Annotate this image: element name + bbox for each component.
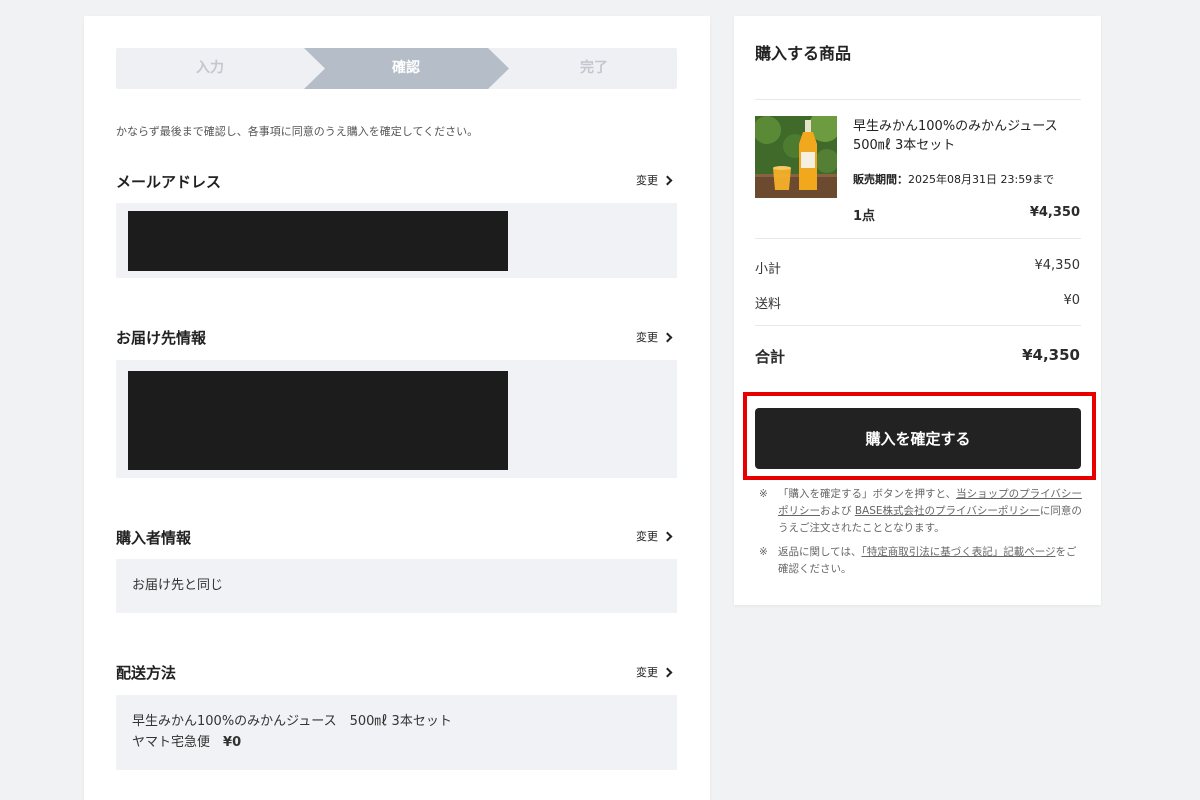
delivery-change-link[interactable]: 変更 <box>636 664 673 680</box>
divider <box>755 99 1081 100</box>
step-confirm: 確認 <box>392 60 420 76</box>
note1-pre: 「購入を確定する」ボタンを押すと、 <box>778 488 957 500</box>
delivery-details: 早生みかん100%のみかんジュース 500㎖ 3本セット ヤマト宅急便 ¥0 <box>132 711 452 753</box>
email-section-title: メールアドレス <box>116 173 222 191</box>
delivery-fee: ¥0 <box>223 735 242 750</box>
shipping-fee-value: ¥0 <box>1063 293 1080 308</box>
note2-pre: 返品に関しては、 <box>778 546 862 558</box>
order-summary-panel: 購入する商品 早生みかん100%のみかんジュース 500㎖ 3本セット 販売期間… <box>734 16 1101 605</box>
shipping-info-box <box>116 360 677 478</box>
product-image <box>755 116 837 198</box>
change-link-label: 変更 <box>636 174 658 187</box>
sale-period: 販売期間：2025年08月31日 23:59まで <box>853 171 1054 187</box>
item-price: ¥4,350 <box>1029 205 1080 220</box>
progress-steps: 入力 確認 完了 <box>116 48 677 89</box>
purchaser-section-title: 購入者情報 <box>116 529 192 547</box>
delivery-method-line: ヤマト宅急便 ¥0 <box>132 732 452 753</box>
commerce-law-link[interactable]: 「特定商取引法に基づく表記」記載ページ <box>861 546 1055 558</box>
chevron-right-icon <box>662 667 673 677</box>
summary-title: 購入する商品 <box>755 44 852 63</box>
return-note: ※ 返品に関しては、「特定商取引法に基づく表記」記載ページをご確認ください。 <box>755 544 1085 578</box>
product-name: 早生みかん100%のみかんジュース 500㎖ 3本セット <box>853 119 1071 153</box>
change-link-label: 変更 <box>636 331 658 344</box>
email-info-box <box>116 203 677 278</box>
chevron-right-icon <box>662 531 673 541</box>
redacted-block <box>128 211 508 271</box>
sale-period-label: 販売期間： <box>853 173 908 186</box>
chevron-right-icon <box>662 175 673 185</box>
delivery-product: 早生みかん100%のみかんジュース 500㎖ 3本セット <box>132 714 452 729</box>
divider <box>755 325 1081 326</box>
confirm-notice: かならず最後まで確認し、各事項に同意のうえ購入を確定してください。 <box>116 125 479 138</box>
step-input: 入力 <box>196 60 224 76</box>
item-quantity: 1点 <box>853 209 876 224</box>
delivery-method: ヤマト宅急便 <box>132 735 211 750</box>
base-privacy-policy-link[interactable]: BASE株式会社のプライバシーポリシー <box>855 505 1040 517</box>
purchaser-change-link[interactable]: 変更 <box>636 528 673 544</box>
note-mark: ※ <box>759 546 768 558</box>
privacy-note: ※ 「購入を確定する」ボタンを押すと、当ショップのプライバシーポリシーおよび B… <box>755 486 1085 537</box>
shipping-fee-label: 送料 <box>755 297 782 312</box>
total-value: ¥4,350 <box>1022 346 1080 364</box>
checkout-form-panel: 入力 確認 完了 かならず最後まで確認し、各事項に同意のうえ購入を確定してくださ… <box>84 16 710 800</box>
delivery-info-box: 早生みかん100%のみかんジュース 500㎖ 3本セット ヤマト宅急便 ¥0 <box>116 695 677 770</box>
change-link-label: 変更 <box>636 666 658 679</box>
confirm-purchase-button[interactable]: 購入を確定する <box>755 408 1081 469</box>
shipping-change-link[interactable]: 変更 <box>636 329 673 345</box>
delivery-section-title: 配送方法 <box>116 664 177 682</box>
purchaser-value: お届け先と同じ <box>132 578 224 593</box>
change-link-label: 変更 <box>636 530 658 543</box>
redacted-block <box>128 371 508 470</box>
subtotal-label: 小計 <box>755 262 782 277</box>
note-mark: ※ <box>759 488 768 500</box>
product-photo-illustration <box>755 116 837 198</box>
note1-mid: および <box>820 505 852 517</box>
divider <box>755 238 1081 239</box>
purchaser-info-box: お届け先と同じ <box>116 559 677 613</box>
email-change-link[interactable]: 変更 <box>636 172 673 188</box>
shipping-section-title: お届け先情報 <box>116 329 207 347</box>
total-label: 合計 <box>755 348 786 366</box>
subtotal-value: ¥4,350 <box>1034 258 1081 273</box>
step-complete: 完了 <box>580 60 608 76</box>
chevron-right-icon <box>662 332 673 342</box>
sale-period-value: 2025年08月31日 23:59まで <box>908 173 1055 186</box>
